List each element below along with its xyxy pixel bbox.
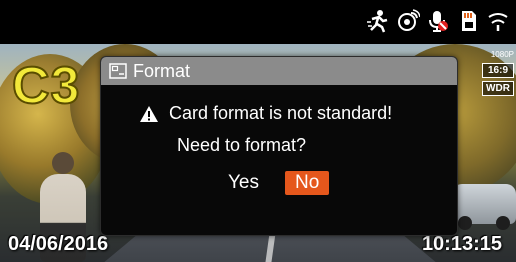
status-icons	[366, 9, 510, 33]
yes-button[interactable]: Yes	[224, 171, 263, 195]
time-stamp: 10:13:15	[421, 233, 502, 255]
parking-mode-icon	[486, 9, 510, 33]
motion-detection-icon	[366, 9, 390, 33]
aspect-ratio-badge: 16:9	[482, 63, 514, 78]
dialog-body: Card format is not standard! Need to for…	[101, 85, 457, 195]
mode-label: C3	[11, 57, 81, 115]
resolution-badge: 1080P	[490, 50, 514, 59]
status-bar	[0, 0, 516, 44]
message-text-1: Card format is not standard!	[169, 103, 393, 123]
dialog-actions: Yes No	[224, 171, 457, 195]
dashcam-screen: C3 1080P 16:9 WDR 04/06/2016 10:13:15 Fo…	[0, 0, 516, 262]
gps-signal-icon	[396, 9, 421, 33]
no-button[interactable]: No	[285, 171, 330, 195]
wdr-badge: WDR	[482, 81, 514, 96]
message-line-2: Need to format?	[177, 135, 307, 155]
date-stamp: 04/06/2016	[8, 233, 109, 255]
mic-muted-icon	[426, 9, 450, 33]
parked-car	[452, 184, 516, 230]
warning-icon	[139, 105, 159, 123]
format-dialog: Format Card format is not standard! Need…	[100, 56, 458, 236]
video-badges: 1080P 16:9 WDR	[482, 50, 514, 96]
memory-card-icon	[456, 9, 480, 33]
dialog-header: Format	[101, 57, 457, 85]
dialog-title: Format	[133, 60, 191, 81]
message-line-1: Card format is not standard!	[139, 103, 457, 124]
format-icon	[109, 63, 127, 79]
